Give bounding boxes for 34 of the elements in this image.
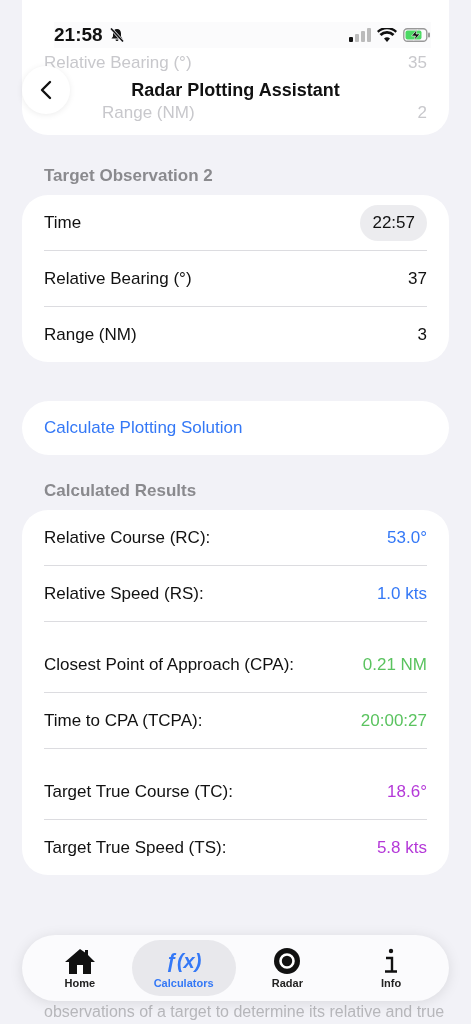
result-label: Relative Course (RC): — [44, 527, 211, 548]
result-label: Closest Point of Approach (CPA): — [44, 654, 295, 675]
house-icon — [63, 947, 96, 974]
field-label: Range (NM) — [44, 324, 137, 345]
target-circle-icon — [274, 947, 301, 974]
result-label: Relative Speed (RS): — [44, 583, 204, 604]
screen-title: Radar Plotting Assistant — [131, 79, 340, 102]
tab[interactable]: Radar — [235, 940, 340, 996]
result-value: 18.6° — [387, 781, 427, 802]
info-icon — [383, 947, 400, 974]
result-value: 53.0° — [387, 527, 427, 548]
chevron-left-icon — [40, 80, 52, 100]
calculate-button[interactable]: Calculate Plotting Solution — [22, 401, 449, 455]
wifi-icon — [377, 28, 397, 42]
result-value: 1.0 kts — [376, 583, 427, 604]
result-value: 20:00:27 — [360, 710, 427, 731]
field-label: Time — [44, 212, 82, 233]
tab[interactable]: Info — [339, 940, 443, 996]
explanation-text: observations of a target to determine its relative and true — [44, 1003, 445, 1021]
result-label: Time to CPA (TCPA): — [44, 710, 203, 731]
status-time: 21:58 — [54, 24, 103, 46]
result-label: Target True Course (TC): — [44, 781, 233, 802]
result-label: Target True Speed (TS): — [44, 837, 227, 858]
function-icon: ƒ(x) — [165, 947, 202, 974]
section-heading: Target Observation 2 — [44, 166, 214, 186]
result-value: 0.21 NM — [362, 654, 427, 675]
number-field[interactable]: 37 — [377, 268, 427, 289]
signal-icon — [349, 28, 371, 42]
field-label: Relative Bearing (°) — [44, 268, 192, 289]
result-value: 5.8 kts — [376, 837, 427, 858]
number-field[interactable]: 3 — [377, 324, 427, 345]
tab[interactable]: Home — [28, 940, 132, 996]
section-heading: Calculated Results — [44, 481, 198, 501]
time-picker[interactable]: 22:57 — [360, 204, 427, 241]
